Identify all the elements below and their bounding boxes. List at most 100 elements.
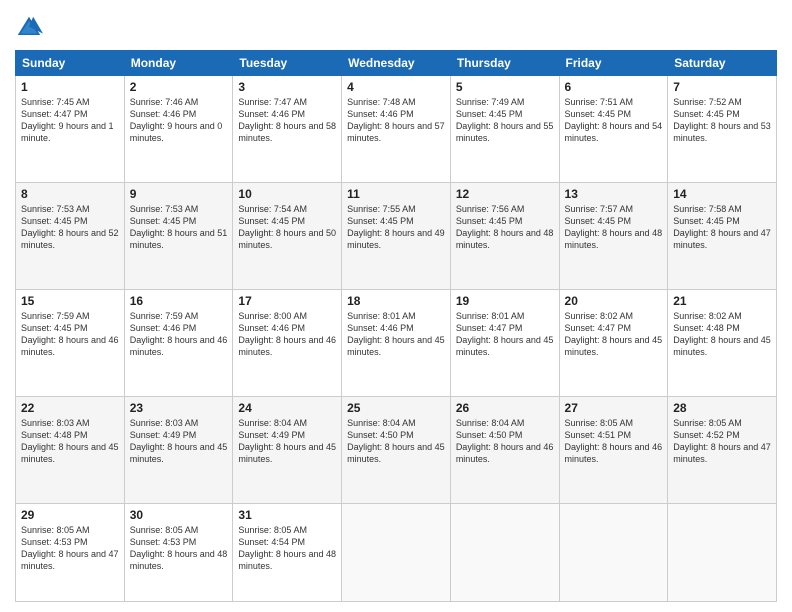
day-info: Sunrise: 7:51 AMSunset: 4:45 PMDaylight:… <box>565 96 663 145</box>
calendar-cell: 27 Sunrise: 8:05 AMSunset: 4:51 PMDayligh… <box>559 396 668 503</box>
logo-icon <box>15 14 43 42</box>
calendar-cell: 2 Sunrise: 7:46 AMSunset: 4:46 PMDaylight… <box>124 76 233 183</box>
calendar-cell: 29 Sunrise: 8:05 AMSunset: 4:53 PMDayligh… <box>16 503 125 601</box>
day-number: 14 <box>673 187 771 201</box>
day-number: 30 <box>130 508 228 522</box>
day-info: Sunrise: 8:03 AMSunset: 4:48 PMDaylight:… <box>21 417 119 466</box>
day-info: Sunrise: 8:01 AMSunset: 4:46 PMDaylight:… <box>347 310 445 359</box>
calendar-cell: 13 Sunrise: 7:57 AMSunset: 4:45 PMDayligh… <box>559 182 668 289</box>
calendar-cell: 18 Sunrise: 8:01 AMSunset: 4:46 PMDayligh… <box>342 289 451 396</box>
header <box>15 10 777 42</box>
calendar-cell: 9 Sunrise: 7:53 AMSunset: 4:45 PMDaylight… <box>124 182 233 289</box>
day-info: Sunrise: 8:00 AMSunset: 4:46 PMDaylight:… <box>238 310 336 359</box>
calendar-header-sunday: Sunday <box>16 51 125 76</box>
calendar-cell: 16 Sunrise: 7:59 AMSunset: 4:46 PMDayligh… <box>124 289 233 396</box>
day-info: Sunrise: 7:52 AMSunset: 4:45 PMDaylight:… <box>673 96 771 145</box>
day-info: Sunrise: 8:05 AMSunset: 4:51 PMDaylight:… <box>565 417 663 466</box>
calendar-cell <box>668 503 777 601</box>
calendar-cell: 15 Sunrise: 7:59 AMSunset: 4:45 PMDayligh… <box>16 289 125 396</box>
calendar-cell: 19Sunrise: 8:01 AMSunset: 4:47 PMDayligh… <box>450 289 559 396</box>
day-info: Sunrise: 8:04 AMSunset: 4:50 PMDaylight:… <box>347 417 445 466</box>
calendar-cell: 31 Sunrise: 8:05 AMSunset: 4:54 PMDayligh… <box>233 503 342 601</box>
day-number: 23 <box>130 401 228 415</box>
calendar-cell: 17Sunrise: 8:00 AMSunset: 4:46 PMDayligh… <box>233 289 342 396</box>
calendar-cell: 7 Sunrise: 7:52 AMSunset: 4:45 PMDaylight… <box>668 76 777 183</box>
day-number: 24 <box>238 401 336 415</box>
calendar-header-wednesday: Wednesday <box>342 51 451 76</box>
day-number: 28 <box>673 401 771 415</box>
day-info: Sunrise: 8:01 AMSunset: 4:47 PMDaylight:… <box>456 310 554 359</box>
day-number: 18 <box>347 294 445 308</box>
day-info: Sunrise: 7:54 AMSunset: 4:45 PMDaylight:… <box>238 203 336 252</box>
calendar-cell: 23 Sunrise: 8:03 AMSunset: 4:49 PMDayligh… <box>124 396 233 503</box>
calendar-week-row: 15 Sunrise: 7:59 AMSunset: 4:45 PMDayligh… <box>16 289 777 396</box>
calendar-cell <box>450 503 559 601</box>
day-info: Sunrise: 7:58 AMSunset: 4:45 PMDaylight:… <box>673 203 771 252</box>
calendar-cell: 30 Sunrise: 8:05 AMSunset: 4:53 PMDayligh… <box>124 503 233 601</box>
day-info: Sunrise: 8:05 AMSunset: 4:52 PMDaylight:… <box>673 417 771 466</box>
calendar-header-thursday: Thursday <box>450 51 559 76</box>
calendar-cell <box>559 503 668 601</box>
day-number: 27 <box>565 401 663 415</box>
calendar-cell: 1 Sunrise: 7:45 AMSunset: 4:47 PMDaylight… <box>16 76 125 183</box>
page: SundayMondayTuesdayWednesdayThursdayFrid… <box>0 0 792 612</box>
calendar-cell: 14 Sunrise: 7:58 AMSunset: 4:45 PMDayligh… <box>668 182 777 289</box>
day-number: 11 <box>347 187 445 201</box>
day-number: 12 <box>456 187 554 201</box>
day-info: Sunrise: 7:49 AMSunset: 4:45 PMDaylight:… <box>456 96 554 145</box>
day-info: Sunrise: 8:05 AMSunset: 4:54 PMDaylight:… <box>238 524 336 573</box>
day-number: 20 <box>565 294 663 308</box>
day-info: Sunrise: 7:45 AMSunset: 4:47 PMDaylight:… <box>21 96 119 145</box>
day-info: Sunrise: 7:59 AMSunset: 4:46 PMDaylight:… <box>130 310 228 359</box>
calendar-cell: 21 Sunrise: 8:02 AMSunset: 4:48 PMDayligh… <box>668 289 777 396</box>
calendar-cell: 8Sunrise: 7:53 AMSunset: 4:45 PMDaylight… <box>16 182 125 289</box>
day-info: Sunrise: 7:46 AMSunset: 4:46 PMDaylight:… <box>130 96 228 145</box>
day-number: 2 <box>130 80 228 94</box>
day-info: Sunrise: 8:04 AMSunset: 4:50 PMDaylight:… <box>456 417 554 466</box>
calendar-cell: 25 Sunrise: 8:04 AMSunset: 4:50 PMDayligh… <box>342 396 451 503</box>
calendar-cell: 3 Sunrise: 7:47 AMSunset: 4:46 PMDaylight… <box>233 76 342 183</box>
day-number: 26 <box>456 401 554 415</box>
day-number: 5 <box>456 80 554 94</box>
day-info: Sunrise: 7:57 AMSunset: 4:45 PMDaylight:… <box>565 203 663 252</box>
day-number: 7 <box>673 80 771 94</box>
day-number: 9 <box>130 187 228 201</box>
day-number: 3 <box>238 80 336 94</box>
day-info: Sunrise: 8:03 AMSunset: 4:49 PMDaylight:… <box>130 417 228 466</box>
calendar-cell: 11 Sunrise: 7:55 AMSunset: 4:45 PMDayligh… <box>342 182 451 289</box>
day-info: Sunrise: 7:55 AMSunset: 4:45 PMDaylight:… <box>347 203 445 252</box>
calendar-week-row: 8Sunrise: 7:53 AMSunset: 4:45 PMDaylight… <box>16 182 777 289</box>
day-info: Sunrise: 7:48 AMSunset: 4:46 PMDaylight:… <box>347 96 445 145</box>
calendar-header-monday: Monday <box>124 51 233 76</box>
calendar-table: SundayMondayTuesdayWednesdayThursdayFrid… <box>15 50 777 602</box>
day-info: Sunrise: 8:05 AMSunset: 4:53 PMDaylight:… <box>21 524 119 573</box>
day-number: 25 <box>347 401 445 415</box>
calendar-cell: 12Sunrise: 7:56 AMSunset: 4:45 PMDayligh… <box>450 182 559 289</box>
day-info: Sunrise: 8:05 AMSunset: 4:53 PMDaylight:… <box>130 524 228 573</box>
day-number: 1 <box>21 80 119 94</box>
calendar-cell: 28 Sunrise: 8:05 AMSunset: 4:52 PMDayligh… <box>668 396 777 503</box>
day-number: 21 <box>673 294 771 308</box>
calendar-cell: 26 Sunrise: 8:04 AMSunset: 4:50 PMDayligh… <box>450 396 559 503</box>
day-info: Sunrise: 7:59 AMSunset: 4:45 PMDaylight:… <box>21 310 119 359</box>
day-number: 31 <box>238 508 336 522</box>
calendar-week-row: 1 Sunrise: 7:45 AMSunset: 4:47 PMDaylight… <box>16 76 777 183</box>
day-info: Sunrise: 7:53 AMSunset: 4:45 PMDaylight:… <box>130 203 228 252</box>
day-number: 29 <box>21 508 119 522</box>
calendar-cell: 4Sunrise: 7:48 AMSunset: 4:46 PMDaylight… <box>342 76 451 183</box>
calendar-cell: 5 Sunrise: 7:49 AMSunset: 4:45 PMDaylight… <box>450 76 559 183</box>
calendar-cell: 24 Sunrise: 8:04 AMSunset: 4:49 PMDayligh… <box>233 396 342 503</box>
day-number: 6 <box>565 80 663 94</box>
day-number: 15 <box>21 294 119 308</box>
day-number: 13 <box>565 187 663 201</box>
day-number: 16 <box>130 294 228 308</box>
day-info: Sunrise: 7:47 AMSunset: 4:46 PMDaylight:… <box>238 96 336 145</box>
day-info: Sunrise: 8:04 AMSunset: 4:49 PMDaylight:… <box>238 417 336 466</box>
day-info: Sunrise: 7:53 AMSunset: 4:45 PMDaylight:… <box>21 203 119 252</box>
day-info: Sunrise: 8:02 AMSunset: 4:48 PMDaylight:… <box>673 310 771 359</box>
calendar-cell: 22Sunrise: 8:03 AMSunset: 4:48 PMDayligh… <box>16 396 125 503</box>
calendar-header-tuesday: Tuesday <box>233 51 342 76</box>
logo <box>15 14 47 42</box>
calendar-cell: 20Sunrise: 8:02 AMSunset: 4:47 PMDayligh… <box>559 289 668 396</box>
calendar-header-friday: Friday <box>559 51 668 76</box>
